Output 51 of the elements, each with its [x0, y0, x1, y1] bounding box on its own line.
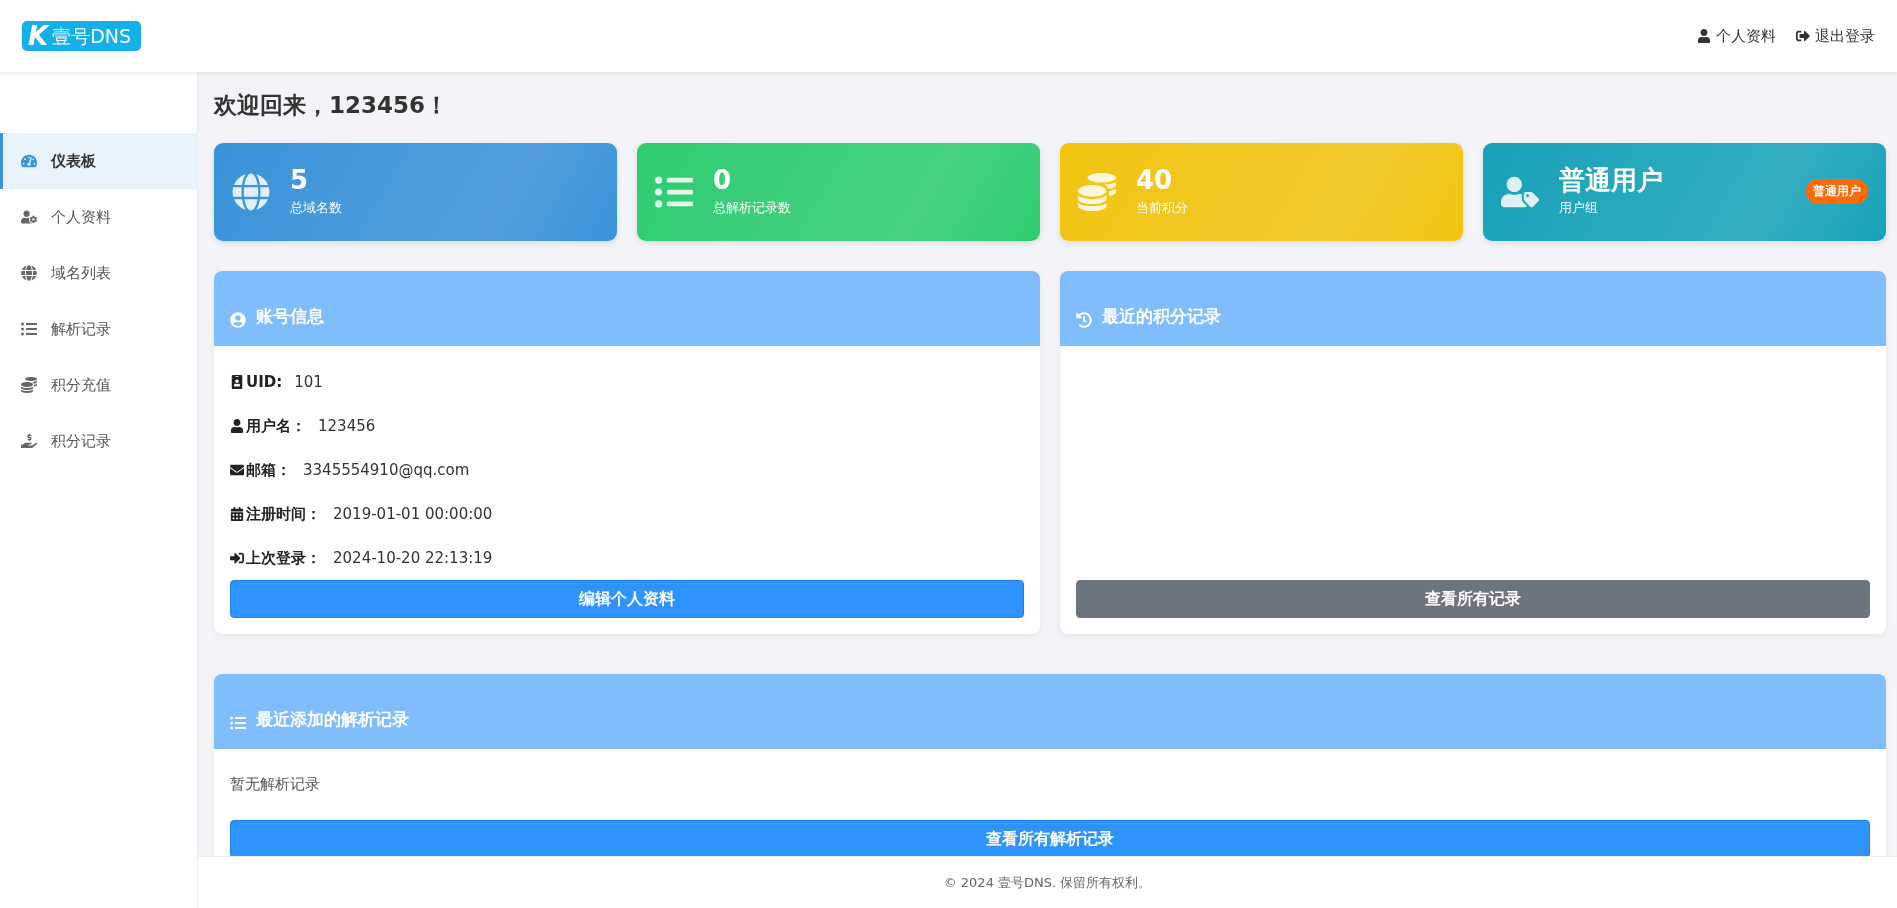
envelope-icon [230, 463, 244, 477]
info-label: UID: [246, 373, 283, 391]
stat-value: 普通用户 [1559, 167, 1663, 193]
info-value: 2024-10-20 22:13:19 [333, 549, 493, 567]
stat-label: 当前积分 [1136, 199, 1188, 217]
info-value: 123456 [318, 417, 376, 435]
info-label: 用户名： [246, 416, 306, 436]
list-icon [230, 715, 246, 731]
info-label: 邮箱： [246, 460, 291, 480]
stat-label: 用户组 [1559, 199, 1599, 217]
globe-icon [21, 265, 37, 281]
user-icon [230, 419, 244, 433]
sidebar-item[interactable]: 积分记录 [0, 413, 197, 469]
page-title: 欢迎回来，123456！ [214, 91, 450, 120]
user-icon [1697, 29, 1711, 43]
info-value: 101 [294, 373, 323, 391]
copyright-text: © 2024 壹号DNS. 保留所有权利。 [943, 873, 1152, 892]
hand-money-icon [21, 433, 37, 449]
login-icon [230, 551, 244, 565]
info-label: 上次登录： [246, 548, 321, 568]
stat-value: 5 [290, 167, 310, 193]
list-icon [21, 321, 37, 337]
id-badge-icon [230, 375, 244, 389]
sidebar-item[interactable]: 仪表板 [0, 133, 197, 189]
sidebar-item[interactable]: 积分充值 [0, 357, 197, 413]
header-link[interactable]: 个人资料 [1697, 26, 1776, 46]
coins-icon [21, 377, 37, 393]
stat-label: 总域名数 [290, 199, 342, 217]
group-badge: 普通用户 [1806, 179, 1868, 204]
history-icon [1076, 312, 1092, 328]
user-gear-icon [21, 209, 37, 225]
stat-value: 40 [1136, 167, 1174, 193]
card-title: 账号信息 [256, 305, 324, 328]
info-label: 注册时间： [246, 504, 321, 524]
stat-value: 0 [713, 167, 733, 193]
card-title: 最近的积分记录 [1102, 305, 1221, 328]
info-value: 2019-01-01 00:00:00 [333, 505, 493, 523]
coins-icon [1078, 173, 1116, 211]
stat-label: 总解析记录数 [713, 199, 791, 217]
sidebar-item[interactable]: 解析记录 [0, 301, 197, 357]
header-link[interactable]: 退出登录 [1796, 26, 1875, 46]
globe-icon [232, 173, 270, 211]
view-all-button[interactable]: 查看所有记录 [1076, 580, 1870, 618]
logout-icon [1796, 29, 1810, 43]
card-title: 最近添加的解析记录 [256, 708, 409, 731]
sidebar-item[interactable]: 域名列表 [0, 245, 197, 301]
calendar-icon [230, 507, 244, 521]
sidebar-item[interactable]: 个人资料 [0, 189, 197, 245]
empty-text: 暂无解析记录 [230, 775, 321, 794]
gauge-icon [21, 153, 37, 169]
info-value: 3345554910@qq.com [303, 461, 470, 479]
